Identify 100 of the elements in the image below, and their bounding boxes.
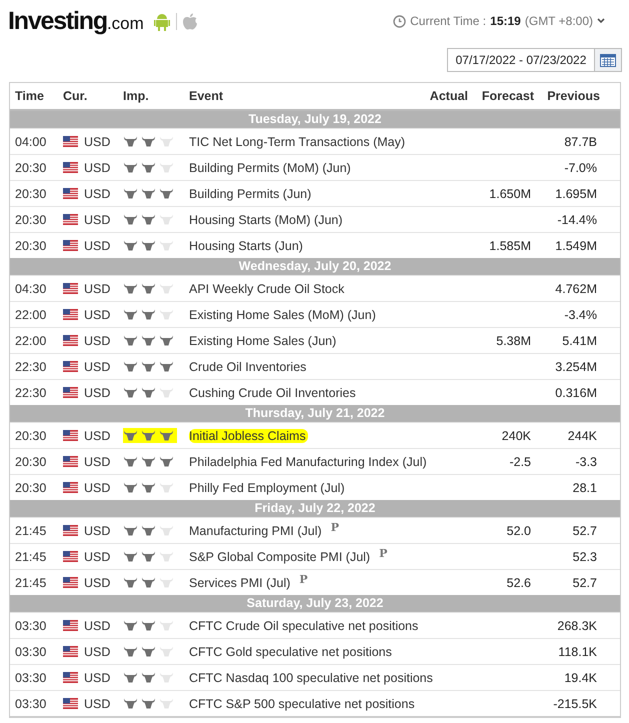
currency: USD: [84, 238, 110, 252]
event-name[interactable]: CFTC Crude Oil speculative net positions: [189, 618, 418, 632]
bull-icon: [160, 283, 173, 294]
bull-icon: [124, 136, 137, 147]
bull-icon: [160, 525, 173, 536]
event-name[interactable]: Crude Oil Inventories: [189, 360, 306, 374]
event-time: 22:30: [14, 360, 48, 374]
column-header: Forecast: [480, 89, 534, 103]
forecast-value: 5.38M: [495, 334, 531, 348]
preliminary-mark: P: [379, 547, 388, 560]
chevron-down-icon[interactable]: [597, 18, 605, 24]
bull-icon: [124, 430, 137, 441]
event-time: 03:30: [14, 670, 48, 684]
bull-icon: [142, 525, 155, 536]
previous-value: -3.3: [574, 454, 598, 468]
currency: USD: [84, 644, 110, 658]
event-name[interactable]: Housing Starts (Jun): [189, 238, 303, 252]
us-flag-icon: [63, 136, 78, 147]
forecast-value: -2.5: [508, 454, 531, 468]
bull-icon: [160, 188, 173, 199]
event-name[interactable]: API Weekly Crude Oil Stock: [189, 282, 344, 296]
current-time-label: Current Time :: [410, 14, 486, 28]
column-header: Previous: [546, 89, 601, 103]
bull-icon: [124, 672, 137, 683]
bull-icon: [124, 188, 137, 199]
event-name[interactable]: Building Permits (MoM) (Jun): [189, 160, 351, 174]
bull-icon: [142, 387, 155, 398]
currency: USD: [84, 282, 110, 296]
currency: USD: [84, 696, 110, 710]
bull-icon: [124, 240, 137, 251]
previous-value: 52.3: [572, 550, 598, 564]
event-time: 03:30: [14, 618, 48, 632]
event-name[interactable]: Building Permits (Jun): [189, 186, 312, 200]
event-name[interactable]: Initial Jobless Claims: [189, 428, 308, 442]
previous-value: 28.1: [572, 480, 598, 494]
bull-icon: [160, 240, 173, 251]
event-name[interactable]: TIC Net Long-Term Transactions (May): [189, 134, 406, 148]
previous-value: 5.41M: [561, 334, 598, 348]
event-name[interactable]: Philly Fed Employment (Jul): [189, 480, 345, 494]
bull-icon: [142, 577, 155, 588]
us-flag-icon: [63, 525, 78, 536]
previous-value: -3.4%: [563, 308, 598, 322]
previous-value: 52.7: [572, 524, 598, 538]
bull-icon: [160, 387, 173, 398]
event-name[interactable]: Existing Home Sales (MoM) (Jun): [189, 308, 376, 322]
previous-value: 244K: [566, 428, 598, 442]
calendar-button[interactable]: [595, 48, 622, 72]
event-name[interactable]: S&P Global Composite PMI (Jul): [189, 550, 370, 564]
clock-icon: [393, 14, 406, 28]
us-flag-icon: [63, 361, 78, 372]
event-name[interactable]: CFTC Nasdaq 100 speculative net positions: [189, 670, 433, 684]
bull-icon: [124, 335, 137, 346]
us-flag-icon: [63, 387, 78, 398]
event-name[interactable]: Housing Starts (MoM) (Jun): [189, 212, 343, 226]
bull-icon: [142, 672, 155, 683]
event-name[interactable]: Manufacturing PMI (Jul): [189, 524, 322, 538]
event-time: 21:45: [14, 576, 48, 590]
previous-value: 3.254M: [554, 360, 598, 374]
column-header: Cur.: [62, 89, 88, 103]
bull-icon: [142, 283, 155, 294]
event-name[interactable]: Philadelphia Fed Manufacturing Index (Jul): [189, 454, 427, 468]
currency: USD: [84, 212, 110, 226]
day-header: Wednesday, July 20, 2022: [10, 258, 620, 275]
currency: USD: [84, 186, 110, 200]
us-flag-icon: [63, 456, 78, 467]
forecast-value: 1.650M: [488, 186, 531, 200]
previous-value: -14.4%: [556, 212, 598, 226]
logo-text[interactable]: Investing.com: [8, 6, 144, 36]
preliminary-mark: P: [330, 521, 339, 534]
us-flag-icon: [63, 335, 78, 346]
forecast-value: 52.6: [506, 576, 531, 590]
bull-icon: [142, 240, 155, 251]
us-flag-icon: [63, 240, 78, 251]
bull-icon: [124, 309, 137, 320]
event-name[interactable]: CFTC Gold speculative net positions: [189, 644, 392, 658]
currency: USD: [84, 524, 110, 538]
currency: USD: [84, 334, 110, 348]
bull-icon: [124, 387, 137, 398]
event-name[interactable]: CFTC S&P 500 speculative net positions: [189, 696, 415, 710]
timezone-selector[interactable]: (GMT +8:00): [524, 14, 593, 28]
event-name[interactable]: Cushing Crude Oil Inventories: [189, 386, 356, 400]
us-flag-icon: [63, 309, 78, 320]
event-time: 20:30: [14, 186, 48, 200]
bull-icon: [142, 335, 155, 346]
event-time: 22:30: [14, 386, 48, 400]
event-name[interactable]: Existing Home Sales (Jun): [189, 334, 336, 348]
event-name[interactable]: Services PMI (Jul): [189, 576, 290, 590]
us-flag-icon: [63, 646, 78, 657]
us-flag-icon: [63, 577, 78, 588]
bull-icon: [160, 551, 173, 562]
bull-icon: [124, 620, 137, 631]
bull-icon: [124, 525, 137, 536]
us-flag-icon: [63, 551, 78, 562]
currency: USD: [84, 360, 110, 374]
column-header: Event: [188, 89, 224, 103]
previous-value: 118.1K: [557, 644, 598, 658]
day-header: Saturday, July 23, 2022: [10, 595, 620, 612]
date-range-field[interactable]: 07/17/2022 - 07/23/2022: [447, 48, 595, 72]
us-flag-icon: [63, 214, 78, 225]
previous-value: 268.3K: [556, 618, 598, 632]
